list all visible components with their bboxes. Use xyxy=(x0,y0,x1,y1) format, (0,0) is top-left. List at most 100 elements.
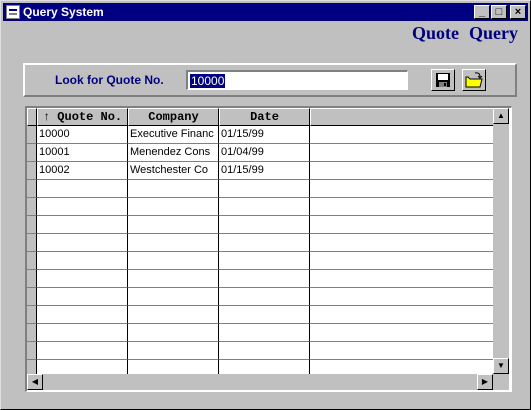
scroll-down-button[interactable]: ▼ xyxy=(493,358,509,374)
blank-cell[interactable] xyxy=(310,324,493,342)
date-cell[interactable] xyxy=(219,180,310,198)
quote-no-cell[interactable]: 10001 xyxy=(37,144,128,162)
table-row[interactable] xyxy=(27,180,493,198)
company-cell[interactable] xyxy=(128,342,219,360)
quote-no-cell[interactable] xyxy=(37,198,128,216)
scroll-up-button[interactable]: ▲ xyxy=(493,108,509,124)
table-row[interactable] xyxy=(27,270,493,288)
row-selector[interactable] xyxy=(27,270,37,288)
row-selector[interactable] xyxy=(27,126,37,144)
company-cell[interactable]: Westchester Co xyxy=(128,162,219,180)
quote-no-cell[interactable] xyxy=(37,180,128,198)
blank-cell[interactable] xyxy=(310,216,493,234)
open-folder-icon xyxy=(465,72,483,88)
blank-cell[interactable] xyxy=(310,270,493,288)
row-selector[interactable] xyxy=(27,180,37,198)
table-row[interactable] xyxy=(27,288,493,306)
close-button[interactable]: × xyxy=(510,5,526,19)
date-cell[interactable] xyxy=(219,324,310,342)
horizontal-scrollbar[interactable]: ◀ ▶ xyxy=(27,374,493,390)
quote-no-cell[interactable] xyxy=(37,342,128,360)
minimize-button[interactable]: _ xyxy=(474,5,490,19)
scroll-right-button[interactable]: ▶ xyxy=(477,374,493,390)
company-cell[interactable] xyxy=(128,234,219,252)
date-cell[interactable] xyxy=(219,252,310,270)
quotes-grid[interactable]: ↑ Quote No. Company Date 10000 Executive … xyxy=(25,106,512,392)
vertical-scrollbar[interactable]: ▲ ▼ xyxy=(493,108,509,374)
company-cell[interactable] xyxy=(128,324,219,342)
table-row[interactable] xyxy=(27,306,493,324)
row-selector[interactable] xyxy=(27,234,37,252)
blank-cell[interactable] xyxy=(310,342,493,360)
grid-header: ↑ Quote No. Company Date xyxy=(27,108,493,126)
blank-cell[interactable] xyxy=(310,144,493,162)
company-cell[interactable] xyxy=(128,180,219,198)
column-header-company[interactable]: Company xyxy=(128,108,219,126)
blank-cell[interactable] xyxy=(310,162,493,180)
date-cell[interactable]: 01/15/99 xyxy=(219,126,310,144)
quote-no-cell[interactable]: 10000 xyxy=(37,126,128,144)
company-cell[interactable] xyxy=(128,270,219,288)
table-row[interactable] xyxy=(27,252,493,270)
date-cell[interactable] xyxy=(219,306,310,324)
page-title: Quote Query xyxy=(412,23,518,44)
date-cell[interactable]: 01/04/99 xyxy=(219,144,310,162)
company-cell[interactable] xyxy=(128,198,219,216)
row-selector[interactable] xyxy=(27,216,37,234)
row-selector[interactable] xyxy=(27,306,37,324)
table-row[interactable]: 10000 Executive Financ 01/15/99 xyxy=(27,126,493,144)
table-row[interactable]: 10002 Westchester Co 01/15/99 xyxy=(27,162,493,180)
table-row[interactable] xyxy=(27,342,493,360)
row-selector[interactable] xyxy=(27,198,37,216)
company-cell[interactable]: Menendez Cons xyxy=(128,144,219,162)
column-header-date[interactable]: Date xyxy=(219,108,310,126)
company-cell[interactable] xyxy=(128,288,219,306)
maximize-button[interactable]: □ xyxy=(491,5,507,19)
blank-cell[interactable] xyxy=(310,126,493,144)
date-cell[interactable] xyxy=(219,234,310,252)
scroll-left-button[interactable]: ◀ xyxy=(27,374,43,390)
table-row[interactable] xyxy=(27,216,493,234)
row-selector[interactable] xyxy=(27,324,37,342)
quote-no-cell[interactable] xyxy=(37,216,128,234)
row-selector[interactable] xyxy=(27,342,37,360)
quote-no-cell[interactable] xyxy=(37,288,128,306)
blank-cell[interactable] xyxy=(310,180,493,198)
quote-no-cell[interactable] xyxy=(37,306,128,324)
save-button[interactable] xyxy=(431,69,455,91)
blank-cell[interactable] xyxy=(310,288,493,306)
quote-no-cell[interactable] xyxy=(37,270,128,288)
open-button[interactable] xyxy=(462,69,486,91)
date-cell[interactable] xyxy=(219,270,310,288)
company-cell[interactable] xyxy=(128,306,219,324)
company-cell[interactable]: Executive Financ xyxy=(128,126,219,144)
column-header-quote-no[interactable]: ↑ Quote No. xyxy=(37,108,128,126)
date-cell[interactable]: 01/15/99 xyxy=(219,162,310,180)
quote-no-cell[interactable] xyxy=(37,324,128,342)
table-row[interactable]: 10001 Menendez Cons 01/04/99 xyxy=(27,144,493,162)
company-cell[interactable] xyxy=(128,216,219,234)
column-header-blank xyxy=(310,108,493,126)
row-selector[interactable] xyxy=(27,144,37,162)
title-bar[interactable]: Query System _ □ × xyxy=(3,3,528,21)
quote-no-cell[interactable] xyxy=(37,234,128,252)
quote-no-cell[interactable] xyxy=(37,252,128,270)
company-cell[interactable] xyxy=(128,252,219,270)
date-cell[interactable] xyxy=(219,216,310,234)
blank-cell[interactable] xyxy=(310,252,493,270)
table-row[interactable] xyxy=(27,234,493,252)
blank-cell[interactable] xyxy=(310,234,493,252)
table-row[interactable] xyxy=(27,324,493,342)
row-selector[interactable] xyxy=(27,252,37,270)
date-cell[interactable] xyxy=(219,342,310,360)
blank-cell[interactable] xyxy=(310,306,493,324)
row-selector[interactable] xyxy=(27,162,37,180)
app-icon[interactable] xyxy=(6,5,20,19)
table-row[interactable] xyxy=(27,198,493,216)
quote-no-cell[interactable]: 10002 xyxy=(37,162,128,180)
date-cell[interactable] xyxy=(219,198,310,216)
quote-number-input[interactable]: 10000 xyxy=(186,70,408,90)
blank-cell[interactable] xyxy=(310,198,493,216)
row-selector[interactable] xyxy=(27,288,37,306)
date-cell[interactable] xyxy=(219,288,310,306)
